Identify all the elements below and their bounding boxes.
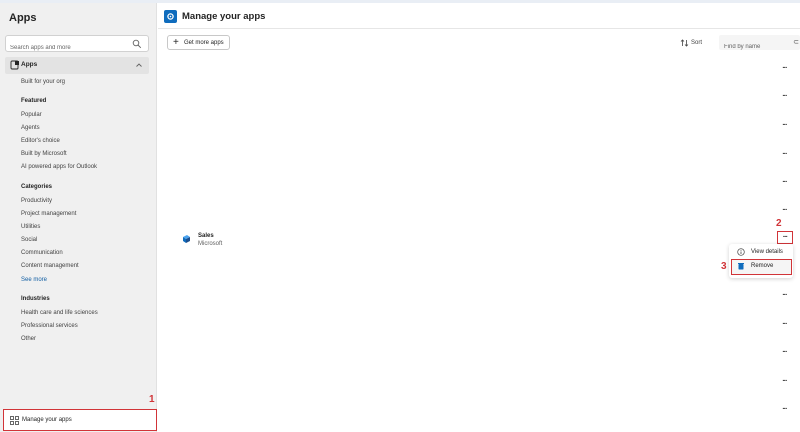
find-by-name-box[interactable]: ⊂ [719,35,800,55]
sidebar-item-agents[interactable]: Agents [21,125,40,131]
step-3-annotation: 3 [721,261,727,272]
manage-apps-icon [10,416,19,425]
sidebar: Apps Apps Built for your org Featured Po… [0,3,157,432]
sort-icon [680,39,689,47]
sidebar-item-health-care[interactable]: Health care and life sciences [21,310,98,316]
search-icon: ⊂ [793,39,799,46]
info-icon [737,248,745,256]
more-options-button[interactable]: ... [778,149,791,160]
app-context-menu: View details Remove [729,244,793,278]
search-box[interactable] [5,35,149,56]
find-by-name-input[interactable] [719,39,789,55]
more-options-button[interactable]: ... [778,91,791,102]
remove-label: Remove [751,263,774,269]
view-details-label: View details [751,249,783,255]
manage-your-apps-button[interactable]: Manage your apps [3,409,157,431]
sidebar-item-editors-choice[interactable]: Editor's choice [21,138,60,144]
sales-app-icon [183,235,190,243]
view-details-menu-item[interactable]: View details [732,246,790,259]
step-1-annotation: 1 [149,394,155,405]
sort-label: Sort [691,40,703,46]
categories-heading: Categories [21,184,53,190]
sidebar-item-professional-services[interactable]: Professional services [21,323,78,329]
sidebar-item-popular[interactable]: Popular [21,112,42,118]
more-options-button[interactable]: ... [778,290,791,301]
app-publisher: Microsoft [198,241,223,247]
app-name[interactable]: Sales [198,233,214,239]
more-options-button[interactable]: ... [778,347,791,358]
apps-section-toggle[interactable]: Apps [5,57,149,74]
featured-heading: Featured [21,98,47,104]
more-options-button[interactable]: ... [778,376,791,387]
header-divider [158,28,800,29]
sidebar-item-other[interactable]: Other [21,336,36,342]
more-options-button[interactable]: ... [778,319,791,330]
step-2-annotation: 2 [776,218,782,229]
sidebar-item-social[interactable]: Social [21,237,37,243]
more-options-button[interactable]: ... [778,63,791,74]
chevron-up-icon[interactable] [135,61,143,69]
trash-icon [738,263,744,270]
sidebar-item-built-by-microsoft[interactable]: Built by Microsoft [21,151,67,157]
sidebar-item-project-management[interactable]: Project management [21,211,76,217]
sidebar-item-utilities[interactable]: Utilities [21,224,40,230]
apps-icon [10,60,19,70]
sidebar-item-productivity[interactable]: Productivity [21,198,52,204]
search-icon[interactable] [132,39,142,49]
more-options-button[interactable]: ... [778,177,791,188]
sidebar-item-built-for-org[interactable]: Built for your org [21,79,65,85]
remove-menu-item[interactable]: Remove [731,259,792,275]
more-options-button-active[interactable]: ... [777,231,793,244]
see-more-link[interactable]: See more [21,277,47,283]
plus-icon: + [173,37,179,48]
settings-icon [164,10,177,23]
page-title: Manage your apps [182,11,266,22]
manage-your-apps-label: Manage your apps [22,417,72,423]
more-options-button[interactable]: ... [778,120,791,131]
sidebar-item-ai-outlook[interactable]: AI powered apps for Outlook [21,164,97,170]
more-options-button[interactable]: ... [778,205,791,216]
apps-section-label: Apps [21,61,38,68]
sidebar-title: Apps [9,12,37,24]
industries-heading: Industries [21,296,50,302]
sidebar-item-communication[interactable]: Communication [21,250,63,256]
get-more-apps-label: Get more apps [184,40,224,46]
get-more-apps-button[interactable]: + Get more apps [167,35,230,50]
more-options-button[interactable]: ... [778,404,791,415]
search-input[interactable] [6,40,126,56]
sidebar-item-content-management[interactable]: Content management [21,263,79,269]
